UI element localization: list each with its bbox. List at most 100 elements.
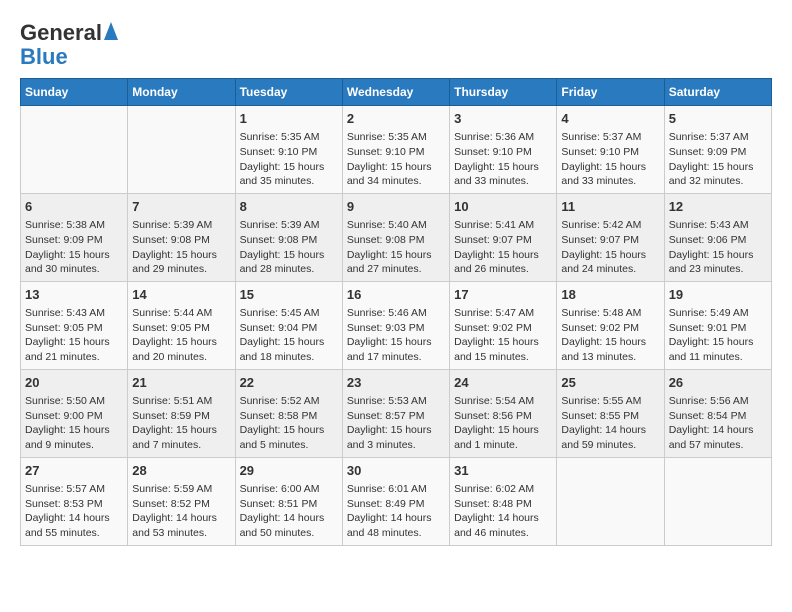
calendar-cell: 28 Sunrise: 5:59 AM Sunset: 8:52 PM Dayli…: [128, 457, 235, 545]
day-number: 19: [669, 286, 767, 304]
day-info: Sunrise: 5:55 AM Sunset: 8:55 PM Dayligh…: [561, 394, 659, 453]
calendar-week-row: 6Sunrise: 5:38 AM Sunset: 9:09 PM Daylig…: [21, 193, 772, 281]
header-row: SundayMondayTuesdayWednesdayThursdayFrid…: [21, 79, 772, 106]
calendar-cell: 10 Sunrise: 5:41 AM Sunset: 9:07 PM Dayli…: [450, 193, 557, 281]
day-number: 29: [240, 462, 338, 480]
weekday-header-monday: Monday: [128, 79, 235, 106]
day-number: 4: [561, 110, 659, 128]
day-info: Sunrise: 5:42 AM Sunset: 9:07 PM Dayligh…: [561, 218, 659, 277]
weekday-header-tuesday: Tuesday: [235, 79, 342, 106]
calendar-cell: 3 Sunrise: 5:36 AM Sunset: 9:10 PM Daylig…: [450, 106, 557, 194]
calendar-cell: 22 Sunrise: 5:52 AM Sunset: 8:58 PM Dayli…: [235, 369, 342, 457]
day-number: 22: [240, 374, 338, 392]
day-number: 31: [454, 462, 552, 480]
day-info: Sunrise: 5:40 AM Sunset: 9:08 PM Dayligh…: [347, 218, 445, 277]
day-number: 14: [132, 286, 230, 304]
weekday-header-friday: Friday: [557, 79, 664, 106]
day-info: Sunrise: 5:49 AM Sunset: 9:01 PM Dayligh…: [669, 306, 767, 365]
calendar-cell: 15Sunrise: 5:45 AM Sunset: 9:04 PM Dayli…: [235, 281, 342, 369]
day-number: 7: [132, 198, 230, 216]
logo-arrow-icon: [104, 22, 118, 45]
weekday-header-sunday: Sunday: [21, 79, 128, 106]
weekday-header-thursday: Thursday: [450, 79, 557, 106]
calendar-week-row: 13Sunrise: 5:43 AM Sunset: 9:05 PM Dayli…: [21, 281, 772, 369]
day-info: Sunrise: 5:37 AM Sunset: 9:10 PM Dayligh…: [561, 130, 659, 189]
calendar-cell: 4 Sunrise: 5:37 AM Sunset: 9:10 PM Daylig…: [557, 106, 664, 194]
day-number: 15: [240, 286, 338, 304]
calendar-cell: 29 Sunrise: 6:00 AM Sunset: 8:51 PM Dayli…: [235, 457, 342, 545]
calendar-cell: 13Sunrise: 5:43 AM Sunset: 9:05 PM Dayli…: [21, 281, 128, 369]
day-info: Sunrise: 5:56 AM Sunset: 8:54 PM Dayligh…: [669, 394, 767, 453]
calendar-cell: [664, 457, 771, 545]
day-number: 30: [347, 462, 445, 480]
calendar-cell: 17 Sunrise: 5:47 AM Sunset: 9:02 PM Dayli…: [450, 281, 557, 369]
day-info: Sunrise: 5:47 AM Sunset: 9:02 PM Dayligh…: [454, 306, 552, 365]
day-info: Sunrise: 5:36 AM Sunset: 9:10 PM Dayligh…: [454, 130, 552, 189]
day-number: 20: [25, 374, 123, 392]
calendar-cell: 18 Sunrise: 5:48 AM Sunset: 9:02 PM Dayli…: [557, 281, 664, 369]
calendar-cell: 14Sunrise: 5:44 AM Sunset: 9:05 PM Dayli…: [128, 281, 235, 369]
calendar-cell: 25 Sunrise: 5:55 AM Sunset: 8:55 PM Dayli…: [557, 369, 664, 457]
day-number: 2: [347, 110, 445, 128]
weekday-header-wednesday: Wednesday: [342, 79, 449, 106]
day-info: Sunrise: 5:43 AM Sunset: 9:06 PM Dayligh…: [669, 218, 767, 277]
calendar-cell: 23Sunrise: 5:53 AM Sunset: 8:57 PM Dayli…: [342, 369, 449, 457]
day-info: Sunrise: 5:52 AM Sunset: 8:58 PM Dayligh…: [240, 394, 338, 453]
calendar-week-row: 20Sunrise: 5:50 AM Sunset: 9:00 PM Dayli…: [21, 369, 772, 457]
calendar-table: SundayMondayTuesdayWednesdayThursdayFrid…: [20, 78, 772, 546]
day-number: 10: [454, 198, 552, 216]
calendar-cell: 19 Sunrise: 5:49 AM Sunset: 9:01 PM Dayli…: [664, 281, 771, 369]
day-info: Sunrise: 5:51 AM Sunset: 8:59 PM Dayligh…: [132, 394, 230, 453]
calendar-cell: [128, 106, 235, 194]
calendar-cell: 24 Sunrise: 5:54 AM Sunset: 8:56 PM Dayli…: [450, 369, 557, 457]
day-number: 17: [454, 286, 552, 304]
day-info: Sunrise: 5:53 AM Sunset: 8:57 PM Dayligh…: [347, 394, 445, 453]
page-header: General Blue: [20, 20, 772, 68]
day-number: 24: [454, 374, 552, 392]
calendar-cell: 26 Sunrise: 5:56 AM Sunset: 8:54 PM Dayli…: [664, 369, 771, 457]
logo: General Blue: [20, 20, 118, 68]
day-info: Sunrise: 5:46 AM Sunset: 9:03 PM Dayligh…: [347, 306, 445, 365]
day-info: Sunrise: 5:48 AM Sunset: 9:02 PM Dayligh…: [561, 306, 659, 365]
day-number: 9: [347, 198, 445, 216]
day-number: 1: [240, 110, 338, 128]
day-info: Sunrise: 5:39 AM Sunset: 9:08 PM Dayligh…: [240, 218, 338, 277]
day-info: Sunrise: 5:54 AM Sunset: 8:56 PM Dayligh…: [454, 394, 552, 453]
day-info: Sunrise: 5:43 AM Sunset: 9:05 PM Dayligh…: [25, 306, 123, 365]
calendar-cell: 11 Sunrise: 5:42 AM Sunset: 9:07 PM Dayli…: [557, 193, 664, 281]
day-number: 16: [347, 286, 445, 304]
calendar-body: 1 Sunrise: 5:35 AM Sunset: 9:10 PM Daylig…: [21, 106, 772, 546]
calendar-cell: 27Sunrise: 5:57 AM Sunset: 8:53 PM Dayli…: [21, 457, 128, 545]
day-info: Sunrise: 5:39 AM Sunset: 9:08 PM Dayligh…: [132, 218, 230, 277]
day-info: Sunrise: 6:02 AM Sunset: 8:48 PM Dayligh…: [454, 482, 552, 541]
day-info: Sunrise: 5:41 AM Sunset: 9:07 PM Dayligh…: [454, 218, 552, 277]
day-number: 11: [561, 198, 659, 216]
calendar-cell: 1 Sunrise: 5:35 AM Sunset: 9:10 PM Daylig…: [235, 106, 342, 194]
calendar-cell: [557, 457, 664, 545]
calendar-cell: 31 Sunrise: 6:02 AM Sunset: 8:48 PM Dayli…: [450, 457, 557, 545]
calendar-cell: [21, 106, 128, 194]
day-number: 12: [669, 198, 767, 216]
calendar-cell: 2Sunrise: 5:35 AM Sunset: 9:10 PM Daylig…: [342, 106, 449, 194]
calendar-cell: 7 Sunrise: 5:39 AM Sunset: 9:08 PM Daylig…: [128, 193, 235, 281]
day-info: Sunrise: 5:38 AM Sunset: 9:09 PM Dayligh…: [25, 218, 123, 277]
day-number: 8: [240, 198, 338, 216]
day-info: Sunrise: 6:01 AM Sunset: 8:49 PM Dayligh…: [347, 482, 445, 541]
calendar-cell: 8 Sunrise: 5:39 AM Sunset: 9:08 PM Daylig…: [235, 193, 342, 281]
day-info: Sunrise: 5:37 AM Sunset: 9:09 PM Dayligh…: [669, 130, 767, 189]
day-number: 3: [454, 110, 552, 128]
calendar-cell: 30 Sunrise: 6:01 AM Sunset: 8:49 PM Dayli…: [342, 457, 449, 545]
calendar-week-row: 1 Sunrise: 5:35 AM Sunset: 9:10 PM Daylig…: [21, 106, 772, 194]
day-number: 5: [669, 110, 767, 128]
calendar-cell: 21Sunrise: 5:51 AM Sunset: 8:59 PM Dayli…: [128, 369, 235, 457]
day-number: 26: [669, 374, 767, 392]
day-info: Sunrise: 5:59 AM Sunset: 8:52 PM Dayligh…: [132, 482, 230, 541]
day-info: Sunrise: 5:35 AM Sunset: 9:10 PM Dayligh…: [240, 130, 338, 189]
calendar-week-row: 27Sunrise: 5:57 AM Sunset: 8:53 PM Dayli…: [21, 457, 772, 545]
day-number: 28: [132, 462, 230, 480]
day-number: 27: [25, 462, 123, 480]
logo-general: General: [20, 20, 102, 46]
day-info: Sunrise: 6:00 AM Sunset: 8:51 PM Dayligh…: [240, 482, 338, 541]
day-number: 18: [561, 286, 659, 304]
day-number: 25: [561, 374, 659, 392]
